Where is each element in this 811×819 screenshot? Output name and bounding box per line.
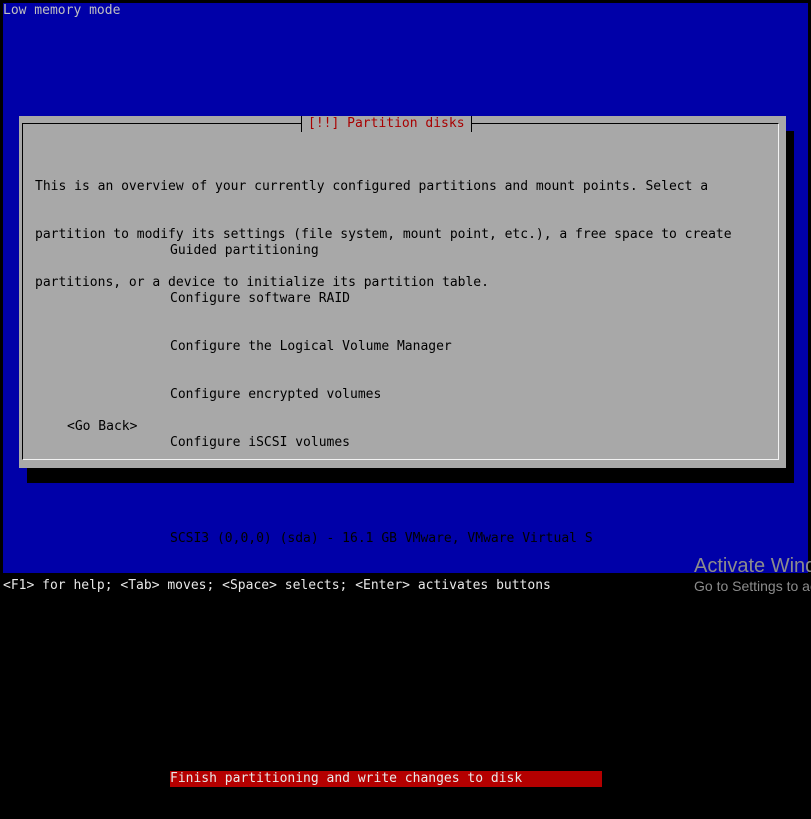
menu-item-guided-partitioning[interactable]: Guided partitioning — [170, 243, 602, 259]
menu-item-configure-encrypted-volumes[interactable]: Configure encrypted volumes — [170, 387, 602, 403]
activate-windows-watermark: Activate Windows Go to Settings to activ… — [694, 554, 811, 595]
help-line: <F1> for help; <Tab> moves; <Space> sele… — [3, 578, 551, 593]
watermark-line-1: Activate Windows — [694, 555, 811, 577]
partition-row[interactable]: > #5 logical 533.7 MB f swap swap — [170, 627, 602, 643]
menu-spacer — [170, 483, 602, 499]
menu-item-configure-lvm[interactable]: Configure the Logical Volume Manager — [170, 339, 602, 355]
disk-sda-item[interactable]: SCSI3 (0,0,0) (sda) - 16.1 GB VMware, VM… — [170, 531, 602, 547]
description-line: This is an overview of your currently co… — [35, 179, 709, 194]
watermark-line-2: Go to Settings to activate Windows. — [694, 578, 811, 594]
partition-menu: Guided partitioning Configure software R… — [170, 211, 602, 819]
dialog-title: [!!] Partition disks — [301, 116, 472, 132]
partition-disks-dialog: [!!] Partition disks This is an overview… — [19, 116, 786, 787]
menu-spacer — [170, 675, 602, 691]
go-back-button[interactable]: <Go Back> — [67, 419, 137, 435]
top-status-text: Low memory mode — [3, 3, 121, 18]
undo-changes-item[interactable]: Undo changes to partitions — [170, 723, 602, 739]
finish-partitioning-item[interactable]: Finish partitioning and write changes to… — [170, 771, 602, 787]
menu-item-configure-iscsi-volumes[interactable]: Configure iSCSI volumes — [170, 435, 602, 451]
menu-item-configure-software-raid[interactable]: Configure software RAID — [170, 291, 602, 307]
